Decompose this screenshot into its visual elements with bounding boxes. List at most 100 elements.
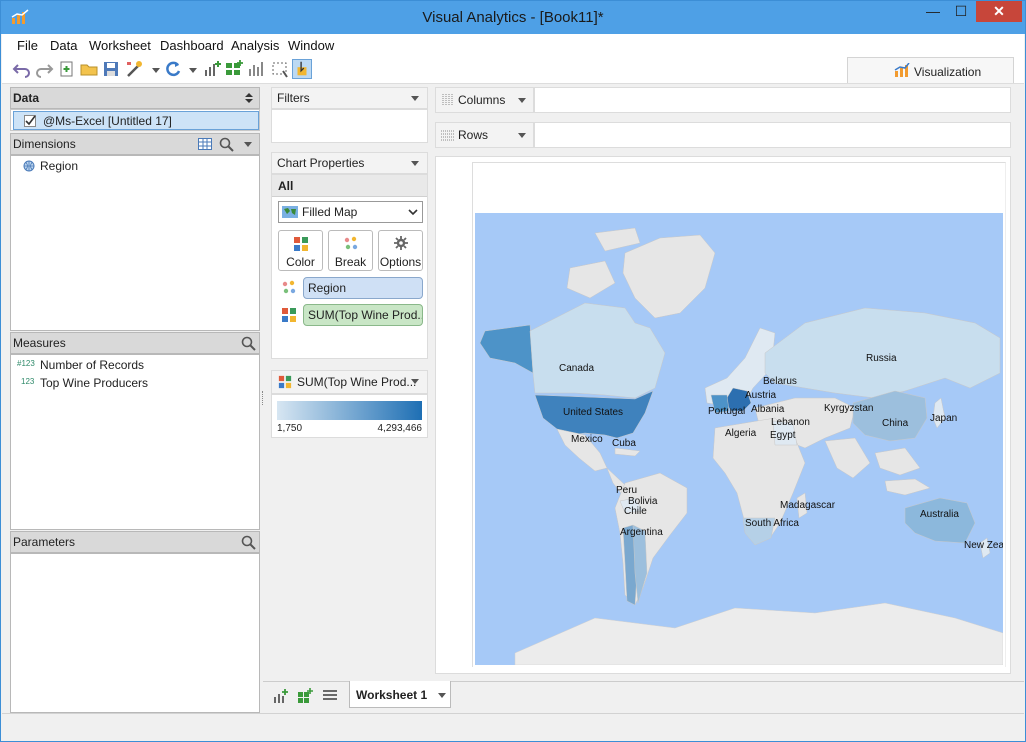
legend-min-label: 1,750 (277, 423, 303, 434)
new-file-icon[interactable] (57, 59, 77, 79)
chart-type-value: Filled Map (302, 205, 358, 219)
panel-splitter-grip[interactable] (262, 391, 264, 405)
filled-map-icon (282, 206, 298, 218)
app-window: Visual Analytics - [Book11]* — ☐ ✕ File … (0, 0, 1026, 742)
search-icon[interactable] (241, 336, 256, 351)
map-label-austria: Austria (745, 390, 777, 401)
columns-shelf-label: Columns (458, 93, 506, 107)
tab-visualization[interactable]: Visualization (847, 57, 1014, 83)
add-worksheet-icon[interactable] (272, 688, 288, 704)
add-chart-icon[interactable] (202, 59, 222, 79)
region-break-pill[interactable]: Region (303, 277, 423, 299)
menu-window[interactable]: Window (288, 38, 334, 53)
close-button[interactable]: ✕ (976, 1, 1022, 22)
map-label-peru: Peru (616, 485, 638, 496)
columns-icon (442, 94, 453, 106)
filters-header: Filters (271, 87, 428, 109)
options-button[interactable]: Options (378, 230, 423, 271)
parameters-title: Parameters (13, 535, 76, 549)
map-label-belarus: Belarus (763, 376, 797, 387)
rows-shelf-header: Rows (435, 122, 534, 148)
menu-dashboard[interactable]: Dashboard (160, 38, 224, 53)
tab-worksheet-1[interactable]: Worksheet 1 (349, 681, 451, 708)
menu-analysis[interactable]: Analysis (231, 38, 279, 53)
redo-icon[interactable] (34, 59, 54, 79)
menu-bar: File Data Worksheet Dashboard Analysis W… (2, 34, 1024, 56)
map-label-cuba: Cuba (612, 438, 636, 449)
map-label-egypt: Egypt (770, 430, 796, 441)
map-label-mexico: Mexico (571, 434, 603, 445)
number-type-icon: #123 (17, 359, 35, 368)
legend-gradient-bar (277, 401, 422, 420)
dimensions-header: Dimensions (10, 133, 260, 155)
dimensions-menu-caret-icon[interactable] (244, 142, 252, 147)
pointer-select-icon[interactable] (292, 59, 312, 79)
columns-drop-zone[interactable] (534, 87, 1011, 113)
map-label-chile: Chile (624, 506, 647, 517)
legend-menu-caret-icon[interactable] (411, 379, 419, 384)
menu-data[interactable]: Data (50, 38, 77, 53)
chart-properties-header: Chart Properties (271, 152, 428, 174)
data-source-label: @Ms-Excel [Untitled 17] (43, 114, 172, 128)
map-label-kyrgyzstan: Kyrgyzstan (824, 403, 874, 414)
menu-worksheet[interactable]: Worksheet (89, 38, 151, 53)
search-icon[interactable] (241, 535, 256, 550)
gear-icon (394, 236, 408, 250)
break-button[interactable]: Break (328, 230, 373, 271)
measures-list: #123 Number of Records 123 Top Wine Prod… (10, 354, 260, 530)
rows-drop-zone[interactable] (534, 122, 1011, 148)
save-icon[interactable] (101, 59, 121, 79)
chart-properties-caret-icon[interactable] (411, 161, 419, 166)
data-source-box: @Ms-Excel [Untitled 17] (10, 109, 260, 131)
search-icon[interactable] (219, 137, 234, 152)
scope-all-tab[interactable]: All (272, 175, 427, 197)
legend-max-label: 4,293,466 (377, 423, 423, 434)
color-palette-icon (294, 237, 308, 251)
title-bar: Visual Analytics - [Book11]* — ☐ ✕ (1, 1, 1025, 34)
refresh-icon[interactable] (163, 59, 183, 79)
measure-top-wine-producers-label: Top Wine Producers (40, 376, 149, 390)
number-type-icon: 123 (21, 377, 35, 386)
open-folder-icon[interactable] (79, 59, 99, 79)
data-source-item[interactable]: @Ms-Excel [Untitled 17] (13, 111, 259, 130)
filled-map[interactable]: Canada United States Mexico Cuba Peru Bo… (475, 213, 1003, 665)
map-label-china: China (882, 418, 909, 429)
measures-title: Measures (13, 336, 66, 350)
map-label-canada: Canada (559, 363, 595, 374)
chart-settings-icon[interactable] (246, 59, 266, 79)
undo-icon[interactable] (12, 59, 32, 79)
columns-shelf-header: Columns (435, 87, 534, 113)
lasso-select-icon[interactable] (270, 59, 290, 79)
columns-menu-caret-icon[interactable] (518, 98, 526, 103)
list-item[interactable]: 123 Top Wine Producers (17, 376, 217, 392)
legend-title: SUM(Top Wine Prod... (297, 375, 417, 389)
rows-menu-caret-icon[interactable] (518, 133, 526, 138)
rows-shelf-label: Rows (458, 128, 489, 142)
sheet-list-icon[interactable] (322, 689, 338, 703)
filters-menu-caret-icon[interactable] (411, 96, 419, 101)
add-dashboard-icon[interactable] (224, 59, 244, 79)
map-label-algeria: Algeria (725, 428, 757, 439)
add-dashboard-icon[interactable] (297, 688, 313, 704)
sum-color-pill[interactable]: SUM(Top Wine Prod... (303, 304, 423, 326)
magic-wand-icon[interactable] (125, 59, 145, 79)
worksheet-tab-label: Worksheet 1 (356, 688, 428, 702)
minimize-button[interactable]: — (919, 1, 947, 22)
wand-dropdown-caret-icon[interactable] (152, 68, 160, 73)
color-button[interactable]: Color (278, 230, 323, 271)
map-label-argentina: Argentina (620, 527, 663, 538)
table-view-icon[interactable] (198, 138, 212, 150)
color-palette-icon (282, 308, 296, 322)
maximize-button[interactable]: ☐ (947, 1, 975, 22)
map-label-australia: Australia (920, 509, 959, 520)
menu-file[interactable]: File (17, 38, 38, 53)
worksheet-tab-caret-icon[interactable] (438, 693, 446, 698)
list-item[interactable]: #123 Number of Records (17, 358, 217, 374)
filters-drop-zone[interactable] (271, 109, 428, 143)
chart-type-select[interactable]: Filled Map (278, 201, 423, 223)
color-palette-icon (278, 375, 292, 389)
sort-arrows-icon[interactable] (245, 93, 253, 103)
refresh-dropdown-caret-icon[interactable] (189, 68, 197, 73)
status-bar (2, 713, 1024, 741)
measures-header: Measures (10, 332, 260, 354)
